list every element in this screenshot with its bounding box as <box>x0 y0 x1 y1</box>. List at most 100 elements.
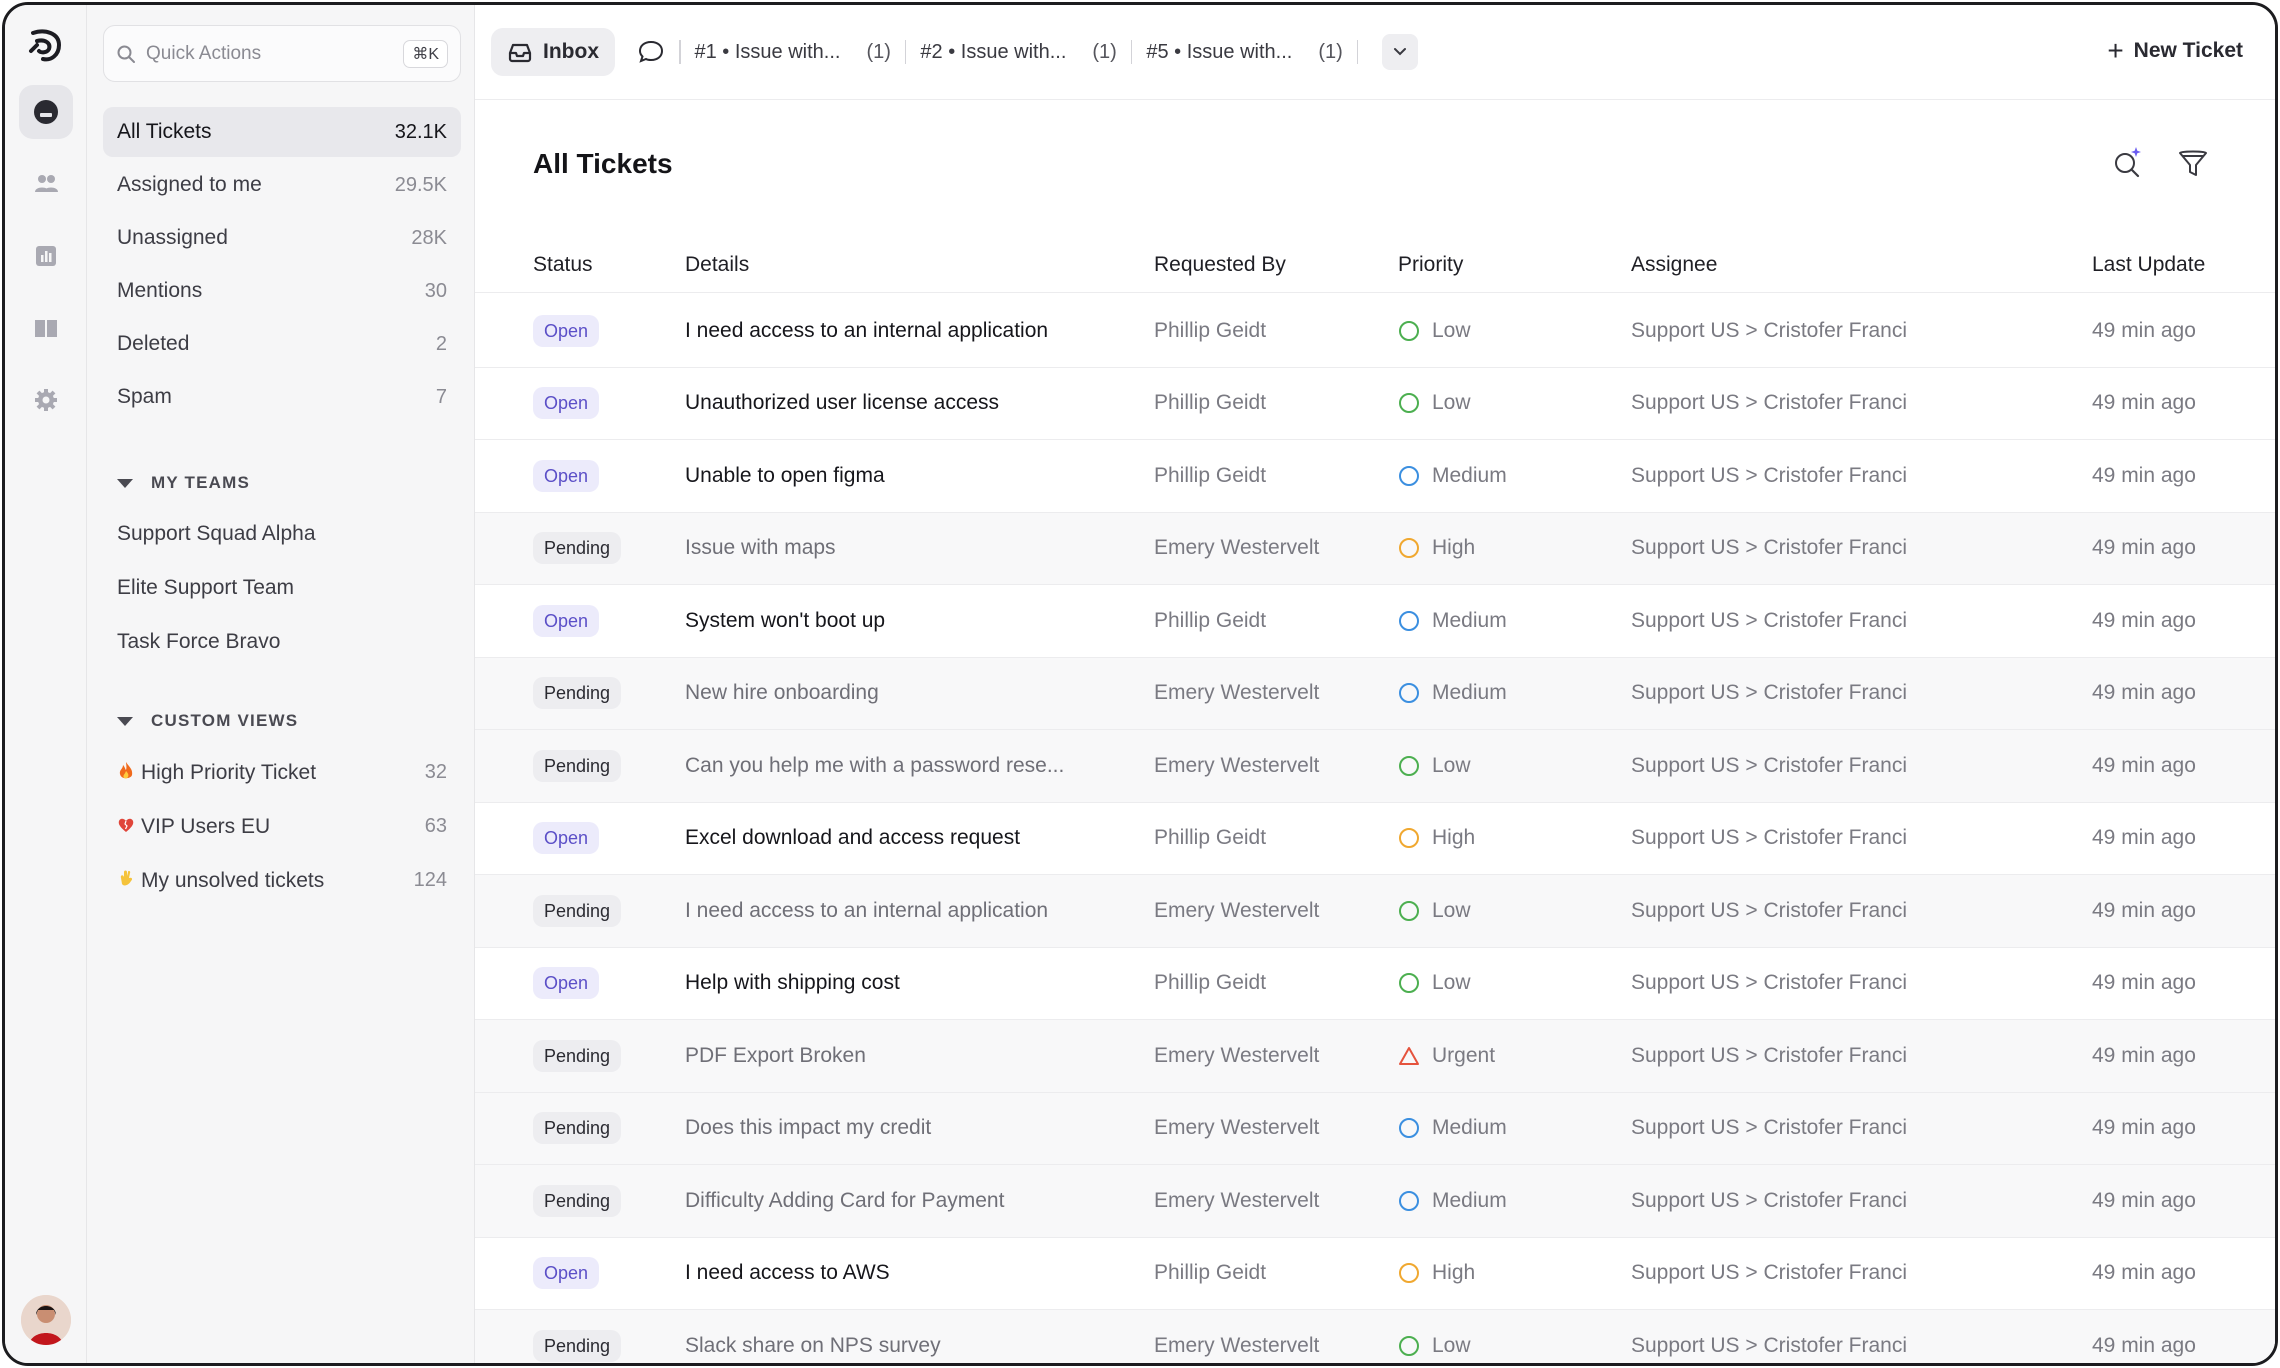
shortcut-badge: ⌘K <box>403 39 448 68</box>
assignee-name: Support US > Cristofer Franci <box>1631 826 1908 850</box>
table-row[interactable]: Pending PDF Export Broken Emery Westervelt… <box>475 1020 2275 1093</box>
table-row[interactable]: Open System won't boot up Phillip Geidt Med… <box>475 585 2275 658</box>
ticket-subject[interactable]: I need access to an internal application <box>685 899 1048 923</box>
assignee-name: Support US > Cristofer Franci <box>1631 681 1908 705</box>
tab-inbox[interactable]: Inbox <box>491 28 615 76</box>
priority-label: Low <box>1432 391 1471 415</box>
sidebar-item-assigned-to-me[interactable]: Assigned to me 29.5K <box>103 160 461 210</box>
ticket-subject[interactable]: Slack share on NPS survey <box>685 1334 941 1358</box>
table-row[interactable]: Open I need access to AWS Phillip Geidt Hig… <box>475 1238 2275 1310</box>
sidebar-item-label: Unassigned <box>117 226 228 249</box>
ticket-subject[interactable]: Difficulty Adding Card for Payment <box>685 1189 1004 1213</box>
sidebar-item-all-tickets[interactable]: All Tickets 32.1K <box>103 107 461 157</box>
requester-name: Phillip Geidt <box>1154 318 1267 342</box>
heart-emoji-icon <box>118 818 134 832</box>
tab-issue-5[interactable]: #5 • Issue with... (1) <box>1146 41 1342 64</box>
table-row[interactable]: Open I need access to an internal applica… <box>475 295 2275 368</box>
ticket-subject[interactable]: Issue with maps <box>685 536 836 560</box>
sidebar-item-mentions[interactable]: Mentions 30 <box>103 266 461 316</box>
tab-bar: Inbox #1 • Issue with... (1) #2 • Issue … <box>475 5 2275 100</box>
team-item-support-squad-alpha[interactable]: Support Squad Alpha <box>117 522 447 546</box>
custom-view-high-priority[interactable]: High Priority Ticket 32 <box>117 761 447 785</box>
custom-views-heading[interactable]: CUSTOM VIEWS <box>117 711 298 731</box>
last-update-time: 49 min ago <box>2092 608 2196 632</box>
requester-name: Phillip Geidt <box>1154 826 1267 850</box>
column-header-status[interactable]: Status <box>533 253 593 277</box>
priority-label: Low <box>1432 318 1471 342</box>
ticket-subject[interactable]: Excel download and access request <box>685 826 1020 850</box>
team-item-elite-support-team[interactable]: Elite Support Team <box>117 576 447 600</box>
new-ticket-button[interactable]: + New Ticket <box>2107 37 2243 65</box>
nav-knowledge-base-button[interactable] <box>19 301 73 355</box>
custom-view-vip-users-eu[interactable]: VIP Users EU 63 <box>117 815 447 839</box>
tab-issue-2[interactable]: #2 • Issue with... (1) <box>920 41 1116 64</box>
ticket-subject[interactable]: I need access to an internal application <box>685 319 1048 343</box>
priority-cell: High <box>1398 536 1475 560</box>
status-badge: Pending <box>533 532 622 565</box>
custom-view-my-unsolved[interactable]: My unsolved tickets 124 <box>117 869 447 893</box>
nav-settings-button[interactable] <box>19 373 73 427</box>
table-row[interactable]: Pending New hire onboarding Emery Westerve… <box>475 657 2275 730</box>
sidebar-item-count: 2 <box>435 332 447 355</box>
table-row[interactable]: Open Unable to open figma Phillip Geidt Med… <box>475 440 2275 513</box>
user-avatar[interactable] <box>20 1295 71 1345</box>
my-teams-heading[interactable]: MY TEAMS <box>117 473 250 493</box>
ticket-subject[interactable]: Unable to open figma <box>685 464 885 488</box>
assignee-name: Support US > Cristofer Franci <box>1631 971 1908 995</box>
ticket-subject[interactable]: Does this impact my credit <box>685 1116 931 1140</box>
priority-circle-icon <box>1399 1263 1419 1284</box>
sidebar-item-deleted[interactable]: Deleted 2 <box>103 319 461 369</box>
sidebar-item-unassigned[interactable]: Unassigned 28K <box>103 213 461 263</box>
last-update-time: 49 min ago <box>2092 898 2196 922</box>
chevron-down-icon <box>117 478 133 488</box>
team-item-task-force-bravo[interactable]: Task Force Bravo <box>117 630 447 654</box>
priority-label: High <box>1432 536 1476 560</box>
ticket-subject[interactable]: Help with shipping cost <box>685 971 900 995</box>
custom-view-count: 124 <box>413 869 447 891</box>
more-tabs-button[interactable] <box>1382 34 1419 70</box>
assignee-name: Support US > Cristofer Franci <box>1631 318 1908 342</box>
priority-circle-icon <box>1399 828 1419 849</box>
custom-view-label: My unsolved tickets <box>141 869 325 892</box>
quick-actions-search[interactable]: Quick Actions ⌘K <box>103 25 461 82</box>
filter-icon[interactable] <box>2175 145 2211 181</box>
ticket-subject[interactable]: New hire onboarding <box>685 681 879 705</box>
assignee-name: Support US > Cristofer Franci <box>1631 898 1908 922</box>
ticket-subject[interactable]: PDF Export Broken <box>685 1044 866 1068</box>
last-update-time: 49 min ago <box>2092 1116 2196 1140</box>
ticket-subject[interactable]: I need access to AWS <box>685 1261 890 1285</box>
sidebar-item-spam[interactable]: Spam 7 <box>103 372 461 422</box>
last-update-time: 49 min ago <box>2092 1261 2196 1285</box>
column-header-priority[interactable]: Priority <box>1398 253 1463 277</box>
chat-bubble-icon[interactable] <box>637 38 665 66</box>
table-row[interactable]: Pending Slack share on NPS survey Emery We… <box>475 1310 2275 1363</box>
ticket-subject[interactable]: System won't boot up <box>685 609 885 633</box>
column-header-assignee[interactable]: Assignee <box>1631 253 1717 277</box>
ai-search-icon[interactable] <box>2110 145 2146 181</box>
status-badge: Open <box>533 822 600 855</box>
sidebar-item-count: 29.5K <box>394 173 447 196</box>
priority-cell: Low <box>1398 899 1471 923</box>
ticket-subject[interactable]: Can you help me with a password rese... <box>685 754 1064 778</box>
table-row[interactable]: Pending Can you help me with a password r… <box>475 730 2275 803</box>
table-row[interactable]: Pending Difficulty Adding Card for Paymen… <box>475 1165 2275 1238</box>
table-row[interactable]: Pending I need access to an internal appl… <box>475 875 2275 948</box>
table-row[interactable]: Pending Issue with maps Emery Westervelt Hi… <box>475 512 2275 585</box>
app-logo-icon[interactable] <box>25 25 67 67</box>
column-header-requested-by[interactable]: Requested By <box>1154 253 1286 277</box>
table-row[interactable]: Open Excel download and access request Phi… <box>475 803 2275 875</box>
nav-reports-button[interactable] <box>19 229 73 283</box>
status-badge: Pending <box>533 894 622 927</box>
sidebar-item-label: Mentions <box>117 279 203 302</box>
status-badge: Open <box>533 604 600 637</box>
column-header-last-update[interactable]: Last Update <box>2092 253 2205 277</box>
column-header-details[interactable]: Details <box>685 253 749 277</box>
nav-customers-button[interactable] <box>19 157 73 211</box>
nav-inbox-button[interactable] <box>18 85 73 139</box>
ticket-subject[interactable]: Unauthorized user license access <box>685 391 999 415</box>
table-row[interactable]: Pending Does this impact my credit Emery W… <box>475 1092 2275 1165</box>
tab-issue-1[interactable]: #1 • Issue with... (1) <box>695 41 891 64</box>
table-row[interactable]: Open Help with shipping cost Phillip Geidt… <box>475 948 2275 1020</box>
ticket-filter-list: All Tickets 32.1K Assigned to me 29.5K U… <box>103 107 461 425</box>
table-row[interactable]: Open Unauthorized user license access Phil… <box>475 368 2275 440</box>
